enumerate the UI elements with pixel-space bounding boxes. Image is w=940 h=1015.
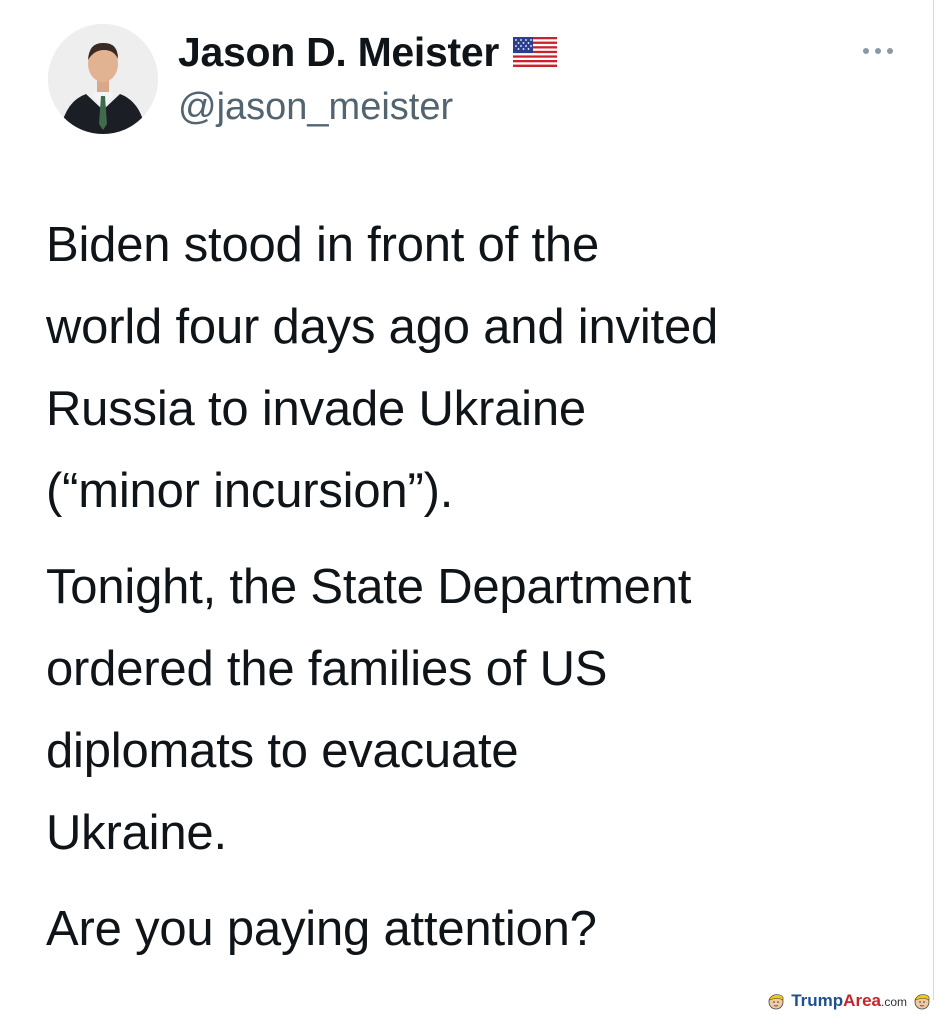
us-flag-icon bbox=[513, 37, 558, 67]
profile-photo bbox=[48, 24, 158, 134]
watermark-brand-accent: Area bbox=[843, 991, 881, 1010]
author-display-name[interactable]: Jason D. Meister bbox=[178, 29, 499, 76]
tweet-paragraph: Biden stood in front of the world four d… bbox=[46, 218, 719, 518]
tweet-card: Jason D. Meister @jason_meister Biden st… bbox=[0, 0, 930, 990]
tweet-text: Biden stood in front of the world four d… bbox=[46, 204, 916, 970]
trump-face-icon bbox=[768, 994, 784, 1010]
trump-face-icon bbox=[914, 994, 930, 1010]
avatar[interactable] bbox=[48, 24, 158, 134]
watermark-text: TrumpArea.com bbox=[791, 991, 907, 1011]
site-watermark: TrumpArea.com bbox=[762, 989, 936, 1013]
watermark-brand: Trump bbox=[791, 991, 844, 1010]
more-horizontal-icon[interactable] bbox=[856, 40, 900, 62]
watermark-brand-suffix: .com bbox=[880, 995, 907, 1009]
tweet-paragraph: Tonight, the State Department ordered th… bbox=[46, 560, 692, 860]
author-name-row: Jason D. Meister bbox=[178, 28, 558, 76]
author-handle[interactable]: @jason_meister bbox=[178, 86, 453, 129]
frame-edge bbox=[933, 0, 934, 1000]
tweet-paragraph: Are you paying attention? bbox=[46, 902, 597, 956]
